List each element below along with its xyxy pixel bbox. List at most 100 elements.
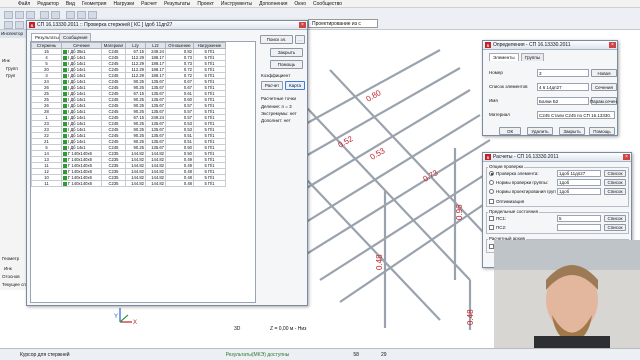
new-icon[interactable] (4, 11, 13, 19)
limit-state-checkbox[interactable] (489, 225, 494, 230)
ratio-label: 0.48 (375, 254, 384, 270)
status-hint: Курсор для стержней (20, 351, 70, 358)
close-icon[interactable]: × (623, 154, 630, 160)
check-mode-radio[interactable] (489, 189, 494, 194)
limit-state-input[interactable] (557, 224, 601, 231)
section-name: I Дб 14к1 (68, 85, 86, 90)
optimize-checkbox[interactable] (489, 199, 494, 204)
menu-item[interactable]: Файл (18, 1, 30, 7)
compute-button[interactable]: Расчет (261, 81, 283, 90)
rotate-icon[interactable] (88, 11, 97, 19)
table-row[interactable]: 11 Г 140х140х6 С235 144.82 144.82 0.48 5 П/1 (31, 180, 226, 187)
coef-label: Коэффициент (261, 73, 291, 78)
close-icon[interactable]: × (609, 42, 616, 48)
inspector-tab[interactable]: Отоснов (2, 274, 20, 279)
menu-item[interactable]: Окно (294, 1, 306, 7)
level-label: Z = 0,00 м - Низ (270, 326, 307, 332)
member-icon[interactable] (15, 21, 24, 29)
ok-status-icon (63, 151, 67, 156)
tab-design-addon[interactable]: Проектирование из с (308, 19, 378, 28)
list-button[interactable]: Список (604, 224, 626, 231)
ok-status-icon (63, 79, 67, 84)
tab-groups[interactable]: Группы (521, 53, 544, 61)
menu-bar: Файл Редактор Вид Геометрия Нагрузки Расчет Ре… (0, 0, 640, 8)
field-button[interactable]: Сечения (591, 83, 617, 91)
tab-elements[interactable]: Элементы (489, 53, 519, 61)
column-header[interactable]: Материал (101, 42, 126, 49)
calc-points-line: Дополнит: нет (261, 118, 291, 123)
field-input[interactable]: 4 6 14дп27 (537, 83, 589, 91)
menu-item[interactable]: Инструменты (221, 1, 252, 7)
limit-states-title: Предельные состояния (488, 209, 540, 214)
list-button[interactable]: Список (604, 179, 626, 186)
list-button[interactable]: Список (604, 188, 626, 195)
node-icon[interactable] (4, 21, 13, 29)
menu-item[interactable]: Сообщество (313, 1, 342, 7)
check-mode-input[interactable]: 1доб (557, 179, 601, 186)
section-name: I Дб 14к1 (68, 145, 86, 150)
check-mode-input[interactable]: 1доб (557, 188, 601, 195)
check-mode-label: Проверка элемента: (496, 171, 539, 176)
field-button[interactable]: Новая (591, 69, 617, 77)
list-button[interactable]: Список (604, 170, 626, 177)
ok-status-icon (63, 109, 67, 114)
ok-status-icon (63, 181, 67, 186)
inspector-item[interactable]: Групп (6, 66, 18, 71)
limit-state-checkbox[interactable] (489, 216, 494, 221)
ok-status-icon (63, 55, 67, 60)
ok-status-icon (63, 85, 67, 90)
menu-item[interactable]: Проект (197, 1, 213, 7)
field-button[interactable]: Парам.сечен. (590, 97, 618, 105)
column-header[interactable]: Нагружение (193, 42, 226, 49)
help-button[interactable]: Помощь (270, 60, 303, 69)
table-cell: 5 П/1 (193, 180, 226, 187)
list-button[interactable]: Список (604, 215, 626, 222)
close-button[interactable]: Закрыть (559, 127, 585, 135)
menu-item[interactable]: Нагрузки (113, 1, 134, 7)
map-button[interactable]: Карта (285, 81, 305, 90)
help-button[interactable]: Помощь (589, 127, 615, 135)
field-input[interactable]: С245 Стали С245 по СП 16.13330. (537, 111, 615, 119)
open-icon[interactable] (15, 11, 24, 19)
redo-icon[interactable] (51, 11, 60, 19)
webcam-overlay (494, 240, 640, 348)
search-element-button[interactable]: Поиск эл. (260, 35, 293, 44)
field-input[interactable]: Балки Б2 (537, 97, 589, 105)
check-mode-input[interactable]: 1доб 11дп27 (557, 170, 601, 177)
inspector-tab[interactable]: Геометр (2, 256, 19, 261)
tab-results[interactable]: Результаты (31, 33, 63, 41)
section-name: I Дб 14к1 (68, 67, 86, 72)
close-button[interactable]: Закрыть (270, 48, 303, 57)
ok-button[interactable]: ОК (499, 127, 521, 135)
menu-item[interactable]: Геометрия (82, 1, 107, 7)
menu-item[interactable]: Расчет (141, 1, 157, 7)
limit-state-input[interactable]: 5 (557, 215, 601, 222)
section-name: I Дб 14к1 (68, 97, 86, 102)
select-icon[interactable] (66, 11, 75, 19)
check-mode-radio[interactable] (489, 180, 494, 185)
view-mode-label[interactable]: 3D (234, 326, 240, 332)
undo-icon[interactable] (40, 11, 49, 19)
inspector-tab[interactable]: Инк (4, 266, 12, 271)
close-icon[interactable]: × (299, 22, 306, 28)
calculations-title: Расчеты - СП 16.13330.2011 (493, 154, 559, 160)
save-icon[interactable] (26, 11, 35, 19)
inspector-item[interactable]: Инк (2, 58, 10, 63)
search-options-icon[interactable]: … (295, 35, 305, 44)
section-name: Г 140х140х6 (68, 169, 92, 174)
field-input[interactable]: 3 (537, 69, 589, 77)
tab-messages[interactable]: Сообщения (59, 33, 92, 41)
menu-item[interactable]: Вид (66, 1, 75, 7)
menu-item[interactable]: Результаты (164, 1, 190, 7)
zoom-icon[interactable] (77, 11, 86, 19)
inspector-tab[interactable]: Текущее сп (2, 282, 26, 287)
check-mode-radio[interactable] (489, 171, 494, 176)
inspector-item[interactable]: Груп (6, 73, 15, 78)
column-header[interactable]: Отношение (165, 42, 194, 49)
presenter-image (494, 240, 640, 348)
delete-button[interactable]: Удалить (527, 127, 553, 135)
menu-item[interactable]: Дополнения (259, 1, 287, 7)
table-cell: 11 (31, 180, 62, 187)
menu-item[interactable]: Редактор (37, 1, 59, 7)
ok-status-icon (63, 49, 67, 54)
